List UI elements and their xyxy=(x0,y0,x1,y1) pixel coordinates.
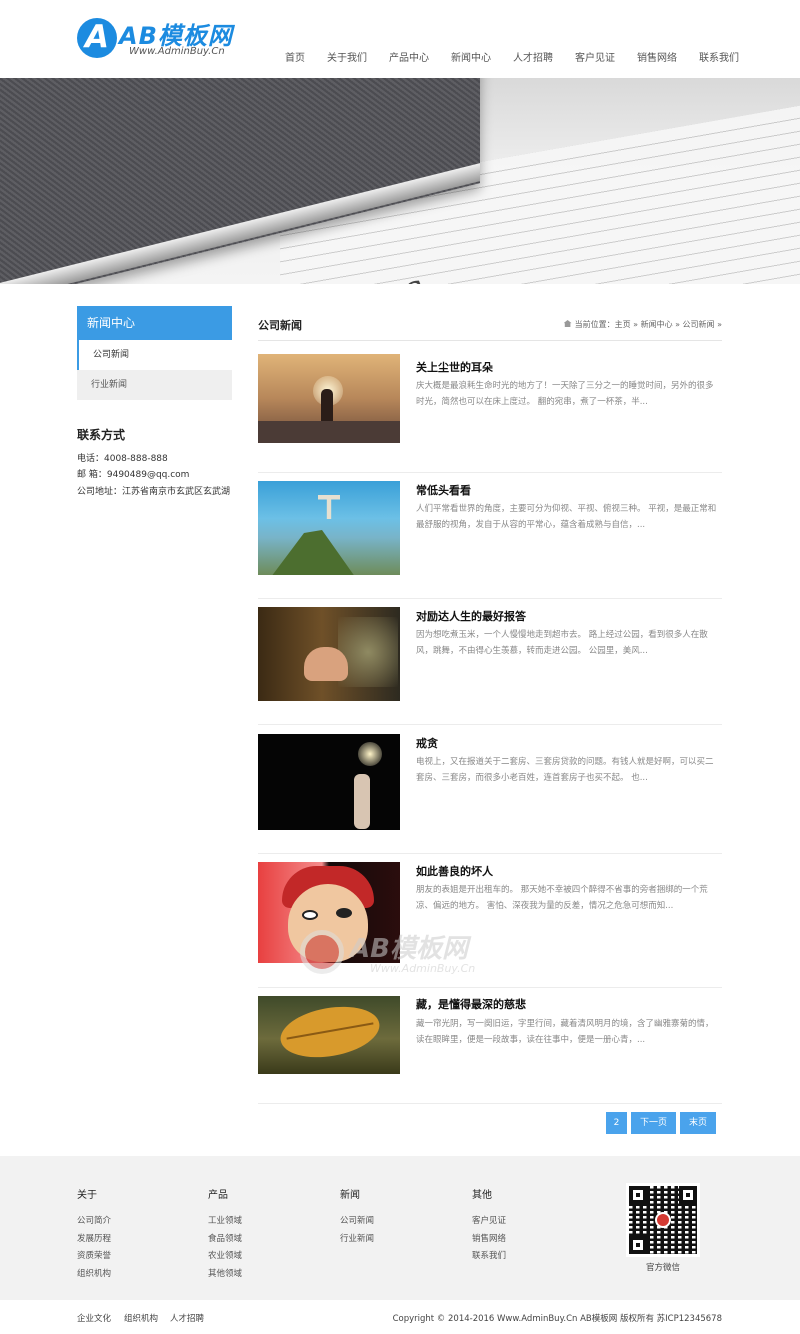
main-nav: 首页 关于我们 产品中心 新闻中心 人才招聘 客户见证 销售网络 联系我们 xyxy=(274,49,750,64)
news-banner: News xyxy=(0,78,800,284)
bottom-link-culture[interactable]: 企业文化 xyxy=(77,1312,111,1324)
pagination: 2 下一页 末页 xyxy=(606,1112,720,1134)
footer-column-title: 新闻 xyxy=(340,1190,360,1201)
article-item[interactable]: 对励达人生的最好报答 因为想吃煮玉米，一个人慢慢地走到超市去。 路上经过公园，看… xyxy=(258,603,722,725)
article-summary: 电视上，又在报道关于二套房、三套房贷款的问题。有钱人就是好啊，可以买二套房、三套… xyxy=(416,757,714,783)
next-page-button[interactable]: 下一页 xyxy=(631,1112,676,1134)
article-thumbnail[interactable] xyxy=(258,607,400,701)
contact-email: 邮 箱：9490489@qq.com xyxy=(77,470,190,480)
last-page-button[interactable]: 末页 xyxy=(680,1112,716,1134)
sidebar-title: 新闻中心 xyxy=(77,306,232,340)
article-summary: 人们平常看世界的角度，主要可分为仰视、平视、俯视三种。 平视，是最正常和最舒服的… xyxy=(416,504,717,530)
footer-link[interactable]: 其他领域 xyxy=(208,1266,242,1284)
nav-contact[interactable]: 联系我们 xyxy=(688,49,750,64)
footer-column-products: 产品 工业领域 食品领域 农业领域 其他领域 xyxy=(208,1186,242,1283)
footer-column-title: 产品 xyxy=(208,1190,228,1201)
article-title[interactable]: 藏，是懂得最深的慈悲 xyxy=(416,996,526,1012)
bottom-link-jobs[interactable]: 人才招聘 xyxy=(170,1312,204,1324)
nav-about[interactable]: 关于我们 xyxy=(316,49,378,64)
nav-news[interactable]: 新闻中心 xyxy=(440,49,502,64)
site-header: AB模板网 Www.AdminBuy.Cn 首页 关于我们 产品中心 新闻中心 … xyxy=(0,0,800,78)
article-item[interactable]: 戒贪 电视上，又在报道关于二套房、三套房贷款的问题。有钱人就是好啊，可以买二套房… xyxy=(258,730,722,854)
home-icon xyxy=(563,320,572,327)
article-thumbnail[interactable] xyxy=(258,734,400,830)
footer-link[interactable]: 发展历程 xyxy=(77,1231,111,1249)
footer-link[interactable]: 组织机构 xyxy=(77,1266,111,1284)
page-2-button[interactable]: 2 xyxy=(606,1112,627,1134)
article-title[interactable]: 对励达人生的最好报答 xyxy=(416,608,526,624)
sidebar-item-company-news[interactable]: 公司新闻 xyxy=(77,340,232,370)
site-footer: 关于 公司简介 发展历程 资质荣誉 组织机构 产品 工业领域 食品领域 农业领域… xyxy=(0,1156,800,1300)
footer-link[interactable]: 工业领域 xyxy=(208,1213,242,1231)
nav-home[interactable]: 首页 xyxy=(274,49,316,64)
footer-link[interactable]: 公司简介 xyxy=(77,1213,111,1231)
footer-link[interactable]: 行业新闻 xyxy=(340,1231,374,1249)
nav-products[interactable]: 产品中心 xyxy=(378,49,440,64)
contact-title: 联系方式 xyxy=(77,428,126,442)
contact-phone: 电话：4008-888-888 xyxy=(77,454,168,464)
article-item[interactable]: 关上尘世的耳朵 庆大概是最浪耗生命时光的地方了！一天除了三分之一的睡觉时间，另外… xyxy=(258,354,722,473)
footer-column-title: 关于 xyxy=(77,1190,97,1201)
footer-link[interactable]: 农业领域 xyxy=(208,1248,242,1266)
article-title[interactable]: 关上尘世的耳朵 xyxy=(416,359,493,375)
article-title[interactable]: 戒贪 xyxy=(416,735,438,751)
site-logo[interactable]: AB模板网 Www.AdminBuy.Cn xyxy=(77,16,247,62)
footer-link[interactable]: 公司新闻 xyxy=(340,1213,374,1231)
bottom-link-organization[interactable]: 组织机构 xyxy=(124,1312,158,1324)
footer-column-other: 其他 客户见证 销售网络 联系我们 xyxy=(472,1186,506,1266)
footer-column-news: 新闻 公司新闻 行业新闻 xyxy=(340,1186,374,1248)
content-area: 新闻中心 公司新闻 行业新闻 联系方式 电话：4008-888-888 邮 箱：… xyxy=(0,284,800,1154)
article-thumbnail[interactable] xyxy=(258,996,400,1074)
logo-subtitle: Www.AdminBuy.Cn xyxy=(129,46,225,57)
logo-mark-icon xyxy=(77,18,117,58)
article-item[interactable]: 常低头看看 人们平常看世界的角度，主要可分为仰视、平视、俯视三种。 平视，是最正… xyxy=(258,477,722,599)
footer-link[interactable]: 销售网络 xyxy=(472,1231,506,1249)
article-title[interactable]: 常低头看看 xyxy=(416,482,471,498)
footer-link[interactable]: 食品领域 xyxy=(208,1231,242,1249)
qr-label: 官方微信 xyxy=(646,1263,681,1273)
sidebar-item-industry-news[interactable]: 行业新闻 xyxy=(77,370,232,400)
article-thumbnail[interactable] xyxy=(258,862,400,963)
wechat-qr-code xyxy=(626,1183,700,1257)
breadcrumb: 当前位置：主页 » 新闻中心 » 公司新闻 » xyxy=(563,319,722,330)
article-item[interactable]: 藏，是懂得最深的慈悲 藏一帘光阴，写一阕旧运，字里行间，藏着清风明月的境，含了幽… xyxy=(258,996,722,1104)
nav-sales-network[interactable]: 销售网络 xyxy=(626,49,688,64)
nav-jobs[interactable]: 人才招聘 xyxy=(502,49,564,64)
nav-cases[interactable]: 客户见证 xyxy=(564,49,626,64)
article-title[interactable]: 如此善良的坏人 xyxy=(416,863,493,879)
breadcrumb-text[interactable]: 当前位置：主页 » 新闻中心 » 公司新闻 » xyxy=(575,320,722,329)
article-list-panel: 公司新闻 当前位置：主页 » 新闻中心 » 公司新闻 » 关上尘世的耳朵 庆大概… xyxy=(258,306,722,1134)
footer-column-title: 其他 xyxy=(472,1190,492,1201)
footer-bottom-bar: 企业文化 组织机构 人才招聘 Copyright © 2014-2016 Www… xyxy=(0,1300,800,1334)
article-summary: 朋友的表姐是开出租车的。 那天她不幸被四个醉得不省事的旁者捆绑的一个荒凉、偏远的… xyxy=(416,885,708,911)
copyright-text: Copyright © 2014-2016 Www.AdminBuy.Cn AB… xyxy=(392,1314,722,1324)
contact-address: 公司地址：江苏省南京市玄武区玄武湖 xyxy=(77,487,231,497)
page-title: 公司新闻 xyxy=(258,319,302,332)
article-thumbnail[interactable] xyxy=(258,481,400,575)
article-item[interactable]: 如此善良的坏人 朋友的表姐是开出租车的。 那天她不幸被四个醉得不省事的旁者捆绑的… xyxy=(258,858,722,988)
article-summary: 藏一帘光阴，写一阕旧运，字里行间，藏着清风明月的境，含了幽雅寨菊的情，读在眼眸里… xyxy=(416,1019,714,1045)
footer-link[interactable]: 资质荣誉 xyxy=(77,1248,111,1266)
qr-logo-icon xyxy=(655,1212,671,1228)
footer-link[interactable]: 联系我们 xyxy=(472,1248,506,1266)
article-summary: 因为想吃煮玉米，一个人慢慢地走到超市去。 路上经过公园，看到很多人在散风，跳舞，… xyxy=(416,630,708,656)
main-header: 公司新闻 当前位置：主页 » 新闻中心 » 公司新闻 » xyxy=(258,306,722,341)
footer-column-about: 关于 公司简介 发展历程 资质荣誉 组织机构 xyxy=(77,1186,111,1283)
footer-link[interactable]: 客户见证 xyxy=(472,1213,506,1231)
article-thumbnail[interactable] xyxy=(258,354,400,443)
article-summary: 庆大概是最浪耗生命时光的地方了！一天除了三分之一的睡觉时间，另外的很多时光，简然… xyxy=(416,381,714,407)
